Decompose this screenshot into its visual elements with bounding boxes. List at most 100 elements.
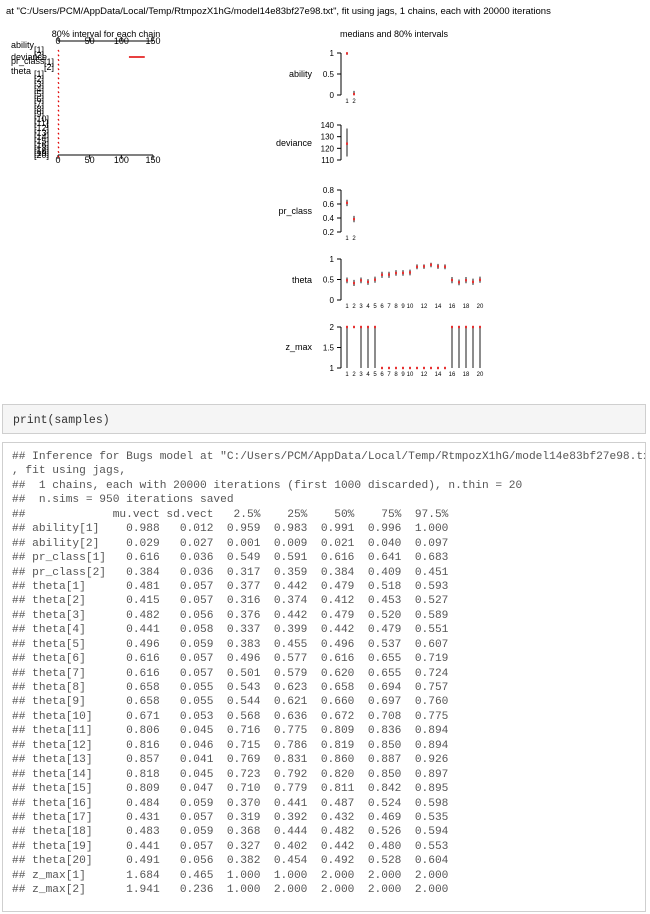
median-point xyxy=(472,280,474,284)
output-line: ## theta[13] 0.857 0.041 0.769 0.831 0.8… xyxy=(12,754,449,767)
panel-y-tick-label: 0.6 xyxy=(323,200,335,209)
output-line: ## theta[10] 0.671 0.053 0.568 0.636 0.6… xyxy=(12,710,449,723)
left-top-tick-label: 100 xyxy=(114,36,129,46)
panel-x-tick-label: 5 xyxy=(373,304,377,310)
panel-y-tick-label: 1 xyxy=(330,255,335,264)
chain-interval-mark xyxy=(57,81,60,85)
output-line: ## theta[4] 0.441 0.058 0.337 0.399 0.44… xyxy=(12,624,449,637)
panel-y-tick-label: 2 xyxy=(330,323,335,332)
chain-interval-mark xyxy=(57,63,60,66)
chain-interval-mark xyxy=(57,109,60,112)
panel-x-tick-label: 1 xyxy=(345,99,349,105)
median-point xyxy=(367,280,369,284)
panel-label: z_max xyxy=(285,342,312,352)
chain-interval-mark xyxy=(57,118,60,121)
chain-interval-mark xyxy=(57,91,60,94)
median-point xyxy=(346,142,348,145)
median-point xyxy=(353,92,355,96)
chain-interval-mark xyxy=(57,49,60,52)
bugs-plot: 80% interval for each chain0050501001001… xyxy=(11,29,484,378)
median-point xyxy=(423,366,425,370)
panel-x-tick-label: 5 xyxy=(373,372,377,378)
output-line: ## theta[11] 0.806 0.045 0.716 0.775 0.8… xyxy=(12,725,449,738)
panel-x-tick-label: 2 xyxy=(352,236,356,242)
panel-x-tick-label: 12 xyxy=(421,304,428,310)
median-point xyxy=(388,366,390,370)
median-point xyxy=(451,325,453,329)
median-point xyxy=(479,278,481,282)
output-text: ## Inference for Bugs model at "C:/Users… xyxy=(3,443,645,898)
median-point xyxy=(451,278,453,282)
median-point xyxy=(416,366,418,370)
panel-x-tick-label: 1 xyxy=(345,236,349,242)
output-line: ## theta[1] 0.481 0.057 0.377 0.442 0.47… xyxy=(12,580,449,593)
panel-x-tick-label: 1 xyxy=(345,372,349,378)
panel-x-tick-label: 4 xyxy=(366,304,370,310)
panel-label: pr_class xyxy=(278,206,312,216)
panel-x-tick-label: 16 xyxy=(449,372,456,378)
chain-interval-mark xyxy=(57,68,60,71)
panel-y-tick-label: 0 xyxy=(330,296,335,305)
output-line: ## pr_class[2] 0.384 0.036 0.317 0.359 0… xyxy=(12,566,449,579)
median-point xyxy=(409,271,411,274)
output-line: ## theta[15] 0.809 0.047 0.710 0.779 0.8… xyxy=(12,783,449,796)
panel-x-tick-label: 2 xyxy=(352,304,356,310)
chain-interval-mark xyxy=(57,86,60,89)
output-line: ## n.sims = 950 iterations saved xyxy=(12,494,234,507)
output-line: ## theta[5] 0.496 0.059 0.383 0.455 0.49… xyxy=(12,638,449,651)
chain-interval-mark xyxy=(57,155,60,158)
panel-label: theta xyxy=(292,275,312,285)
chain-interval-mark xyxy=(57,95,60,98)
output-line: ## theta[9] 0.658 0.055 0.544 0.621 0.66… xyxy=(12,696,449,709)
panel-x-tick-label: 2 xyxy=(352,99,356,105)
panel-label: deviance xyxy=(276,138,312,148)
median-point xyxy=(346,279,348,282)
panel-y-tick-label: 0.4 xyxy=(323,214,335,223)
median-point xyxy=(353,217,355,221)
panel-x-tick-label: 7 xyxy=(387,372,391,378)
output-line: ## pr_class[1] 0.616 0.036 0.549 0.591 0… xyxy=(12,552,449,565)
panel-x-tick-label: 18 xyxy=(463,304,470,310)
median-point xyxy=(381,366,383,370)
chain-interval-mark xyxy=(57,54,60,57)
output-line: ## Inference for Bugs model at "C:/Users… xyxy=(12,451,646,463)
panel-y-tick-label: 0.5 xyxy=(323,276,335,285)
panel-x-tick-label: 10 xyxy=(407,304,414,310)
median-point xyxy=(395,366,397,370)
median-point xyxy=(458,325,460,329)
median-point xyxy=(381,273,383,276)
code-input-cell[interactable]: print(samples) xyxy=(2,404,646,434)
panel-x-tick-label: 18 xyxy=(463,372,470,378)
panel-x-tick-label: 2 xyxy=(352,372,356,378)
output-line: ## theta[2] 0.415 0.057 0.316 0.374 0.41… xyxy=(12,595,449,608)
chain-interval-mark xyxy=(57,123,60,126)
chain-interval-mark xyxy=(57,132,60,135)
median-point xyxy=(346,52,348,55)
panel-x-tick-label: 7 xyxy=(387,304,391,310)
left-param-label: [20] xyxy=(34,150,49,160)
output-line: ## theta[17] 0.431 0.057 0.319 0.392 0.4… xyxy=(12,811,449,824)
left-param-label: ability xyxy=(11,40,35,50)
chain-interval-mark xyxy=(57,58,60,62)
median-point xyxy=(423,265,425,268)
median-point xyxy=(346,325,348,329)
output-line: ## mu.vect sd.vect 2.5% 25% 50% 75% 97.5… xyxy=(12,508,449,521)
median-point xyxy=(395,271,397,275)
panel-x-tick-label: 3 xyxy=(359,372,363,378)
panel-x-tick-label: 6 xyxy=(380,372,384,378)
output-line: ## ability[1] 0.988 0.012 0.959 0.983 0.… xyxy=(12,523,449,536)
median-point xyxy=(346,201,348,205)
chain-interval-mark xyxy=(57,141,60,144)
panel-x-tick-label: 20 xyxy=(477,304,484,310)
panel-y-tick-label: 0 xyxy=(330,91,335,100)
median-point xyxy=(409,366,411,370)
chain-interval-mark xyxy=(57,100,60,103)
median-point xyxy=(416,265,418,269)
median-point xyxy=(402,366,404,370)
panel-y-tick-label: 1 xyxy=(330,49,335,58)
console-output: ## Inference for Bugs model at "C:/Users… xyxy=(2,442,646,912)
chain-interval-mark xyxy=(57,150,60,154)
median-point xyxy=(360,279,362,282)
left-bottom-tick-label: 50 xyxy=(85,155,95,165)
median-point xyxy=(430,366,432,370)
